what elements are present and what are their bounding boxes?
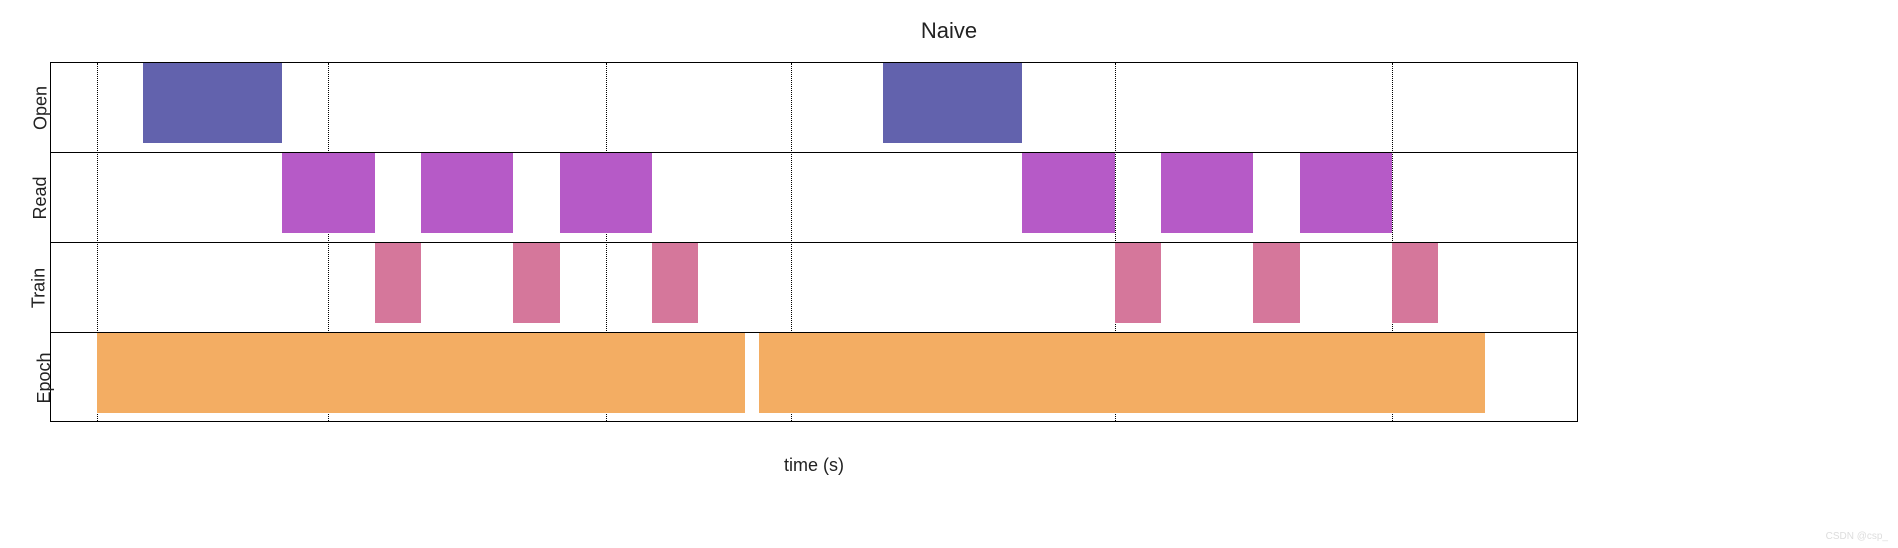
row-label: Train bbox=[29, 267, 50, 307]
chart-row-read: Read bbox=[51, 153, 1577, 243]
row-label: Read bbox=[30, 176, 51, 219]
bar-train bbox=[1115, 243, 1161, 323]
bar-train bbox=[375, 243, 421, 323]
plot-area: OpenReadTrainEpoch bbox=[50, 62, 1578, 422]
bar-read bbox=[1161, 153, 1253, 233]
bar-open bbox=[143, 63, 282, 143]
bar-read bbox=[560, 153, 652, 233]
bar-read bbox=[421, 153, 513, 233]
bar-train bbox=[1253, 243, 1299, 323]
bar-train bbox=[1392, 243, 1438, 323]
row-label: Epoch bbox=[34, 352, 55, 403]
bar-read bbox=[1300, 153, 1392, 233]
chart-row-train: Train bbox=[51, 243, 1577, 333]
row-label: Open bbox=[31, 85, 52, 129]
bar-epoch bbox=[759, 333, 1485, 413]
x-axis-label: time (s) bbox=[784, 455, 844, 476]
bar-read bbox=[1022, 153, 1114, 233]
bar-epoch bbox=[97, 333, 744, 413]
chart-title: Naive bbox=[0, 0, 1898, 54]
bar-read bbox=[282, 153, 374, 233]
chart-row-epoch: Epoch bbox=[51, 333, 1577, 423]
watermark: CSDN @csp_ bbox=[1826, 531, 1888, 542]
chart-container: OpenReadTrainEpoch time (s) bbox=[50, 62, 1578, 422]
bar-train bbox=[652, 243, 698, 323]
bar-open bbox=[883, 63, 1022, 143]
chart-row-open: Open bbox=[51, 63, 1577, 153]
bar-train bbox=[513, 243, 559, 323]
